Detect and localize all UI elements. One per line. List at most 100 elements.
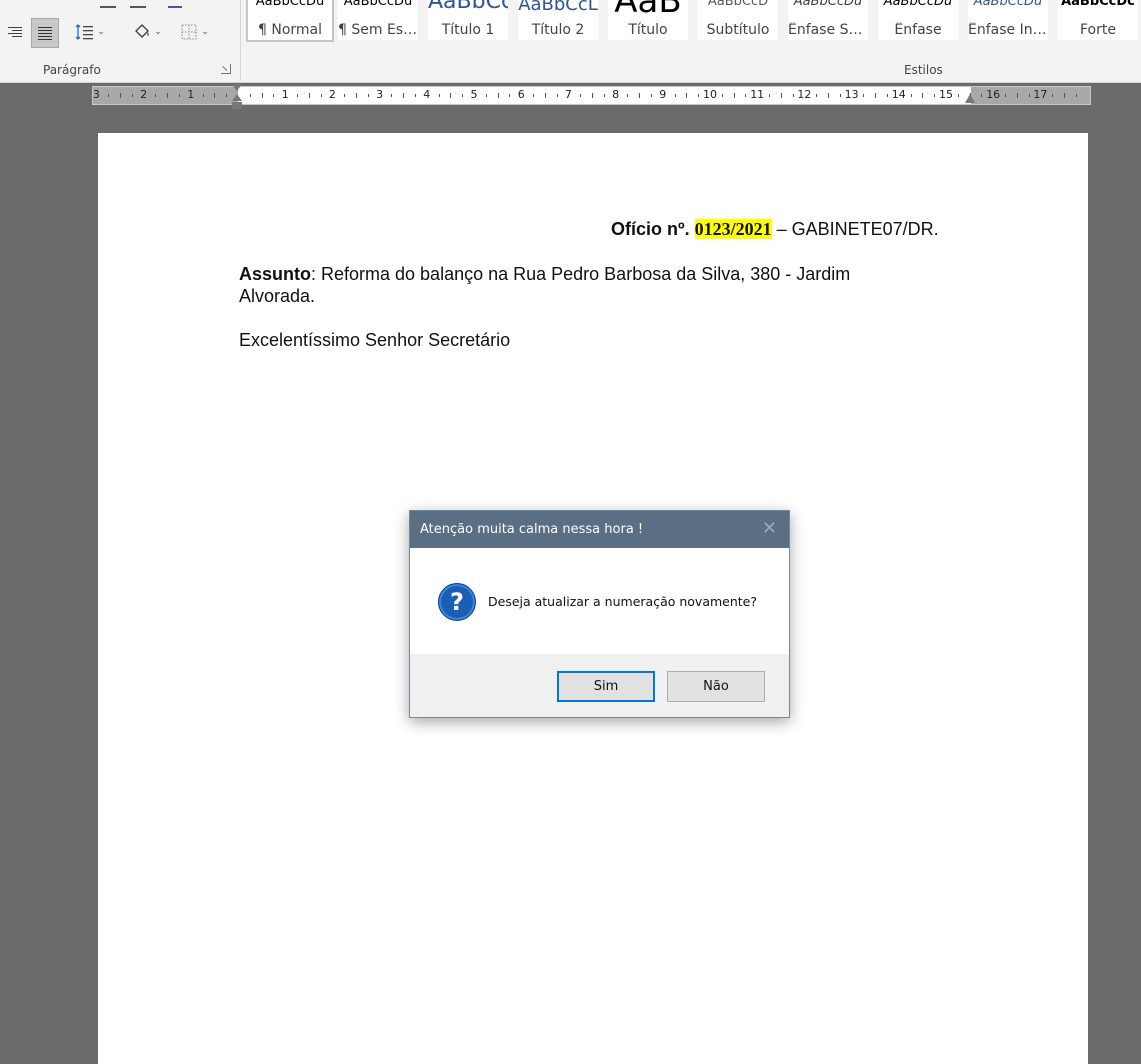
style-name: ¶ Normal	[257, 22, 322, 38]
ruler-number: 9	[659, 88, 667, 101]
style-tile[interactable]: AaBbCcDu ¶ Sem Esp...	[338, 0, 418, 40]
style-tile[interactable]: AaBbCcDu ¶ Normal	[246, 0, 334, 42]
ruler-number: 7	[564, 88, 572, 101]
style-tile[interactable]: AaBbCcDu Ênfase Int...	[968, 0, 1048, 40]
ruler-tick	[1016, 93, 1018, 98]
ruler-tick	[485, 94, 487, 97]
ruler-number: 14	[891, 88, 906, 101]
ruler-tick	[651, 94, 652, 97]
ruler-number: 13	[844, 88, 859, 101]
ruler-tick	[356, 93, 357, 98]
ruler-tick	[131, 94, 133, 97]
yes-button[interactable]: Sim	[557, 671, 655, 702]
ruler-tick	[887, 94, 888, 97]
ruler-tick	[698, 94, 700, 97]
ruler-tick	[273, 94, 275, 97]
justify-icon[interactable]	[100, 0, 116, 8]
ruler-number: 8	[612, 88, 620, 101]
ruler-number: 4	[423, 88, 431, 101]
ruler-number: 1	[281, 88, 289, 101]
style-name: Forte	[1080, 22, 1116, 38]
ruler-number: 1	[187, 88, 195, 101]
ruler-number: 16	[986, 88, 1001, 101]
close-icon[interactable]: ✕	[762, 519, 777, 539]
paragraph-dialog-launcher-icon[interactable]	[221, 64, 231, 74]
right-indent-marker[interactable]	[965, 94, 975, 103]
ruler-tick	[733, 93, 735, 98]
ruler-tick	[108, 94, 110, 97]
ruler-number: 17	[1033, 88, 1048, 101]
ruler-number: 3	[92, 88, 100, 101]
ruler-tick	[627, 94, 629, 97]
ruler-tick	[580, 94, 582, 97]
no-button[interactable]: Não	[667, 671, 765, 702]
ruler-tick	[179, 94, 180, 97]
ruler-tick	[533, 94, 534, 97]
ruler-tick	[981, 94, 983, 97]
assunto-text: : Reforma do balanço na Rua Pedro Barbos…	[311, 264, 851, 284]
ribbon: ⌄ ⌄ ⌄ Parágrafo AaBbCcDu ¶ Normal AaBbCcDu…	[0, 0, 1141, 83]
style-tile[interactable]: AaBbCcDc Forte	[1058, 0, 1138, 40]
styles-group-label: Estilos	[904, 63, 943, 77]
shading-button[interactable]: ⌄	[126, 18, 168, 46]
ruler-tick	[509, 94, 511, 97]
styles-gallery: AaBbCcDu ¶ Normal AaBbCcDu ¶ Sem Esp... AaBb…	[246, 0, 1141, 44]
ruler-tick	[544, 93, 546, 98]
ruler-tick	[592, 93, 593, 98]
align-right-icon	[8, 27, 22, 37]
first-line-indent-marker[interactable]	[232, 84, 242, 91]
ruler-tick	[603, 94, 605, 97]
style-tile[interactable]: AaBbCcL Título 2	[518, 0, 598, 40]
ruler-tick	[297, 94, 298, 97]
paragraph-group: ⌄ ⌄ ⌄	[0, 0, 240, 82]
ruler-tick	[391, 94, 393, 97]
hanging-indent-marker[interactable]	[232, 94, 242, 101]
style-tile[interactable]: AaB Título	[608, 0, 688, 40]
ruler-tick	[745, 94, 747, 97]
ruler-tick	[792, 94, 794, 97]
style-tile[interactable]: AaBbCcD Subtítulo	[698, 0, 778, 40]
column-icon[interactable]	[130, 0, 146, 8]
line-spacing-button[interactable]: ⌄	[70, 18, 110, 46]
style-tile[interactable]: AaBbCc Título 1	[428, 0, 508, 40]
style-tile[interactable]: AaBbCcDu Ênfase Sutil	[788, 0, 868, 40]
style-name: Ênfase	[894, 22, 942, 38]
ruler-tick	[497, 93, 499, 98]
ruler-tick	[1052, 94, 1054, 97]
left-indent-marker[interactable]	[232, 102, 242, 109]
borders-button[interactable]: ⌄	[174, 18, 216, 46]
style-sample: AaBbCcDc	[1061, 0, 1135, 9]
paint-bucket-icon	[135, 24, 150, 38]
ruler-tick	[462, 94, 464, 97]
ruler-tick	[120, 93, 121, 98]
group-divider	[240, 0, 241, 80]
ruler-tick	[1075, 94, 1077, 97]
ruler-tick	[450, 93, 452, 98]
style-tile[interactable]: AaBbCcDu Ênfase	[878, 0, 958, 40]
align-right-button[interactable]	[4, 18, 26, 46]
paragraph-group-label: Parágrafo	[43, 63, 101, 77]
justify-button[interactable]	[31, 18, 59, 48]
ruler-number: 2	[328, 88, 336, 101]
assunto-continuation: Alvorada.	[239, 286, 316, 306]
style-sample: AaB	[614, 0, 682, 22]
ruler-tick	[639, 93, 641, 98]
dialog-title-bar[interactable]: Atenção muita calma nessa hora ! ✕	[410, 511, 789, 548]
style-name: ¶ Sem Esp...	[338, 22, 418, 38]
dialog-body: ? Deseja atualizar a numeração novamente…	[410, 548, 789, 654]
line-spacing-icon	[75, 24, 94, 40]
ruler-number: 15	[939, 88, 953, 101]
ruler-number: 5	[470, 88, 478, 101]
style-sample: AaBbCcDu	[973, 0, 1043, 9]
ruler-number: 3	[376, 88, 384, 101]
sort-icon[interactable]	[168, 0, 182, 8]
confirm-dialog: Atenção muita calma nessa hora ! ✕ ? Des…	[409, 510, 790, 718]
style-name: Título 1	[441, 22, 495, 38]
ruler-number: 10	[703, 88, 717, 101]
dialog-message: Deseja atualizar a numeração novamente?	[488, 594, 757, 609]
ruler-tick	[308, 93, 310, 98]
ruler-tick	[226, 94, 228, 97]
ruler-tick	[155, 94, 157, 97]
ruler-tick	[202, 94, 204, 97]
ruler-tick	[438, 94, 440, 97]
